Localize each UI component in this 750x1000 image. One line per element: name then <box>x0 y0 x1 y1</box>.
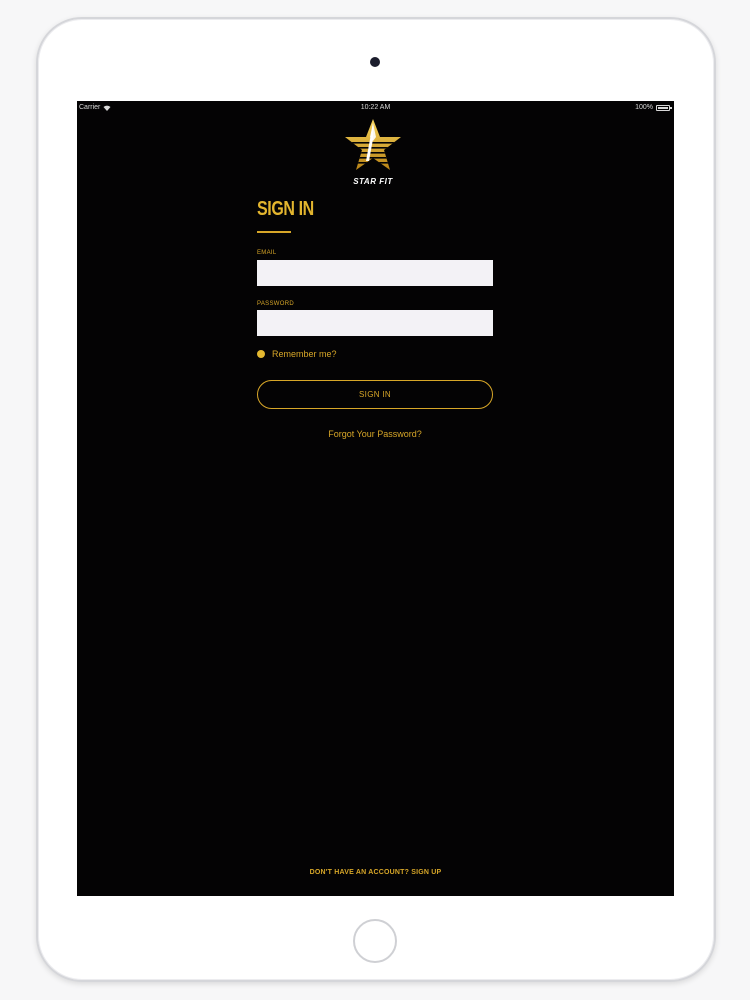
remember-me-label: Remember me? <box>272 349 337 359</box>
sign-up-link[interactable]: DON'T HAVE AN ACCOUNT? SIGN UP <box>77 869 674 876</box>
email-label: EMAIL <box>257 250 277 256</box>
radio-icon[interactable] <box>257 350 265 358</box>
star-fit-logo: STAR FIT <box>342 117 404 189</box>
battery-percent: 100% <box>635 104 653 111</box>
home-button[interactable] <box>353 919 397 963</box>
star-logo-icon <box>345 119 401 170</box>
front-camera <box>370 57 380 67</box>
page-title: SIGN IN <box>257 198 314 220</box>
remember-me-toggle[interactable]: Remember me? <box>257 349 337 359</box>
app-screen: Carrier 10:22 AM 100% STAR FIT SIGN IN E… <box>77 101 674 896</box>
status-time: 10:22 AM <box>360 104 391 111</box>
password-label: PASSWORD <box>257 301 294 307</box>
title-underline <box>257 231 291 233</box>
sign-in-button[interactable]: SIGN IN <box>257 380 493 409</box>
email-field[interactable] <box>257 260 493 286</box>
battery-icon <box>656 105 672 111</box>
forgot-password-link[interactable]: Forgot Your Password? <box>257 429 493 439</box>
brand-name: STAR FIT <box>353 177 393 186</box>
password-field[interactable] <box>257 310 493 336</box>
status-bar: Carrier 10:22 AM 100% <box>77 101 674 115</box>
